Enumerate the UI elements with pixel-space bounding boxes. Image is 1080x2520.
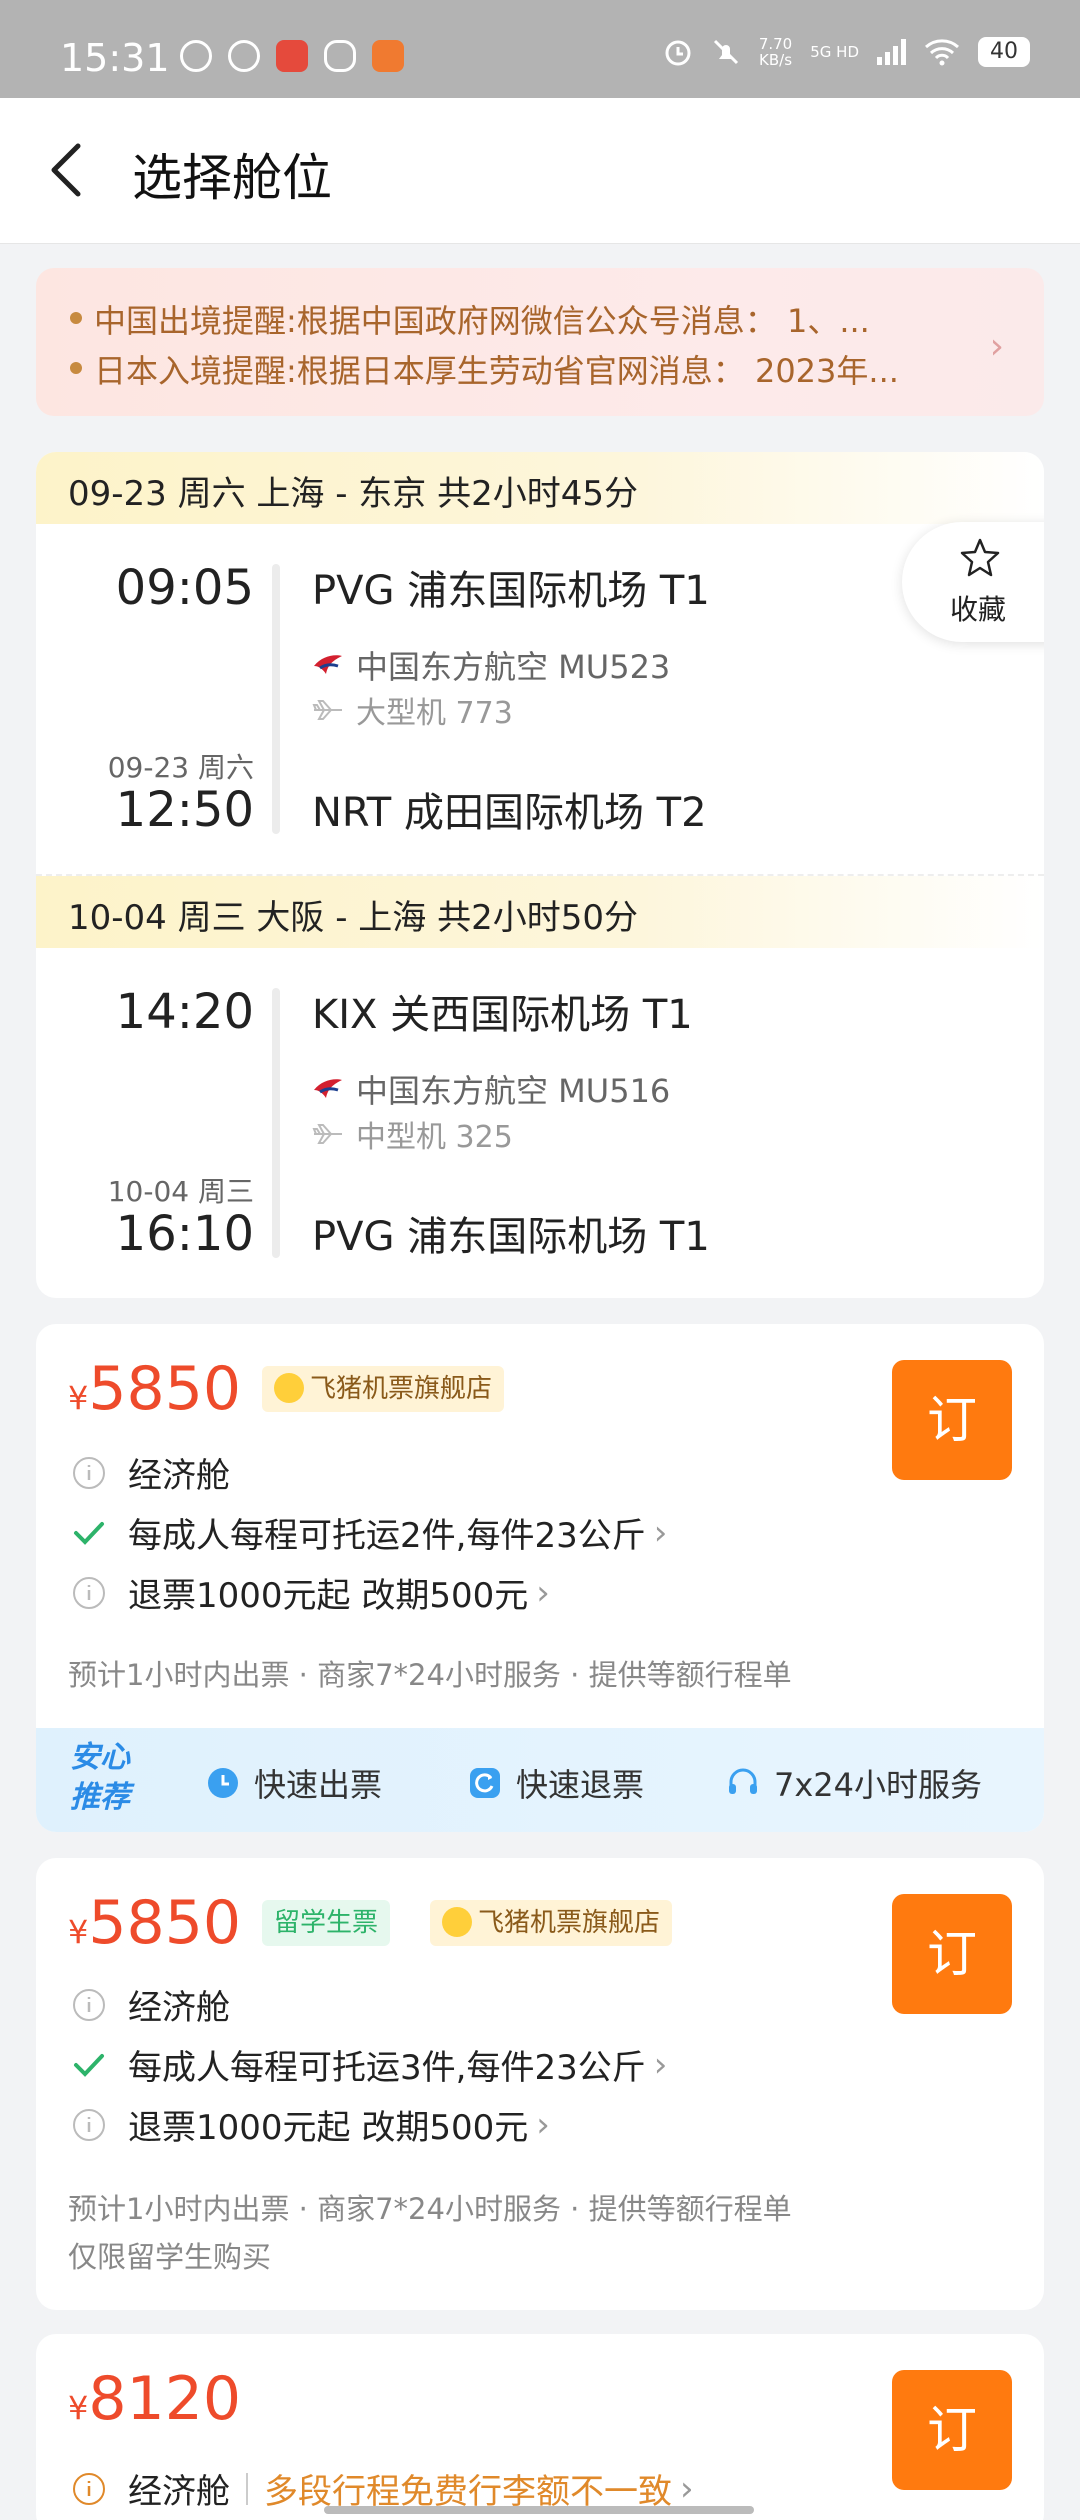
status-bar: 15:31 7.70 KB/s 5G HD 40 [0, 0, 1080, 98]
fare-option-card[interactable]: ¥5850 留学生票 飞猪机票旗舰店 订 经济舱 每成人每程可托运3件,每件23… [36, 1858, 1044, 2310]
student-only-note: 仅限留学生购买 [68, 2240, 272, 2274]
plane-icon [312, 1124, 342, 1144]
app-notification-icon [180, 40, 212, 72]
wifi-icon [925, 39, 959, 66]
fare-price: ¥5850 [68, 1354, 242, 1424]
student-tag: 留学生票 [262, 1900, 391, 1946]
fare-option-card[interactable]: ¥5850 飞猪机票旗舰店 订 经济舱 每成人每程可托运2件,每件23公斤 › 退… [36, 1324, 1044, 1832]
assure-fast-issue: 快速出票 [206, 1760, 382, 1806]
fare-option-card[interactable]: ¥8120 订 经济舱 多段行程免费行李额不一致 › [36, 2334, 1044, 2520]
baggage-row[interactable]: 每成人每程可托运2件,每件23公斤 › [72, 1508, 667, 1557]
service-note: 预计1小时内出票 · 商家7*24小时服务 · 提供等额行程单 [68, 1658, 792, 1692]
warning-info-icon [73, 2472, 105, 2505]
arrival-time: 12:50 [115, 782, 254, 838]
assure-fast-refund: 快速退票 [468, 1760, 644, 1806]
chevron-right-icon: › [989, 326, 1004, 367]
chevron-right-icon: › [536, 1572, 550, 1613]
aircraft-info: 中型机 325 [312, 1112, 513, 1156]
bullet-icon [70, 312, 82, 324]
star-icon [960, 538, 1000, 577]
departure-airport: PVG 浦东国际机场 T1 [312, 568, 710, 614]
airline-info: 中国东方航空 MU516 [312, 1066, 670, 1112]
fare-price: ¥8120 [68, 2364, 242, 2434]
mute-icon [713, 39, 738, 65]
info-icon [73, 1988, 105, 2021]
refund-row[interactable]: 退票1000元起 改期500元 › [72, 2100, 550, 2149]
notice-china-exit: 中国出境提醒:根据中国政府网微信公众号消息： 1、... [94, 302, 870, 340]
music-notification-icon [276, 40, 308, 72]
assure-service: 7x24小时服务 [726, 1760, 982, 1806]
sport-notification-icon [372, 40, 404, 72]
book-button[interactable]: 订 [892, 1360, 1012, 1480]
back-arrow-icon[interactable] [40, 138, 100, 202]
fliggy-pig-icon [442, 1906, 472, 1937]
check-icon [74, 2053, 104, 2077]
page-title: 选择舱位 [132, 149, 332, 207]
travel-notice-banner[interactable]: 中国出境提醒:根据中国政府网微信公众号消息： 1、... 日本入境提醒:根据日本… [36, 268, 1044, 416]
check-icon [74, 1521, 104, 1545]
chevron-right-icon: › [536, 2104, 550, 2145]
chevron-right-icon: › [680, 2468, 694, 2509]
departure-time: 14:20 [115, 984, 254, 1040]
aircraft-info: 大型机 773 [312, 688, 513, 732]
shop-tag[interactable]: 飞猪机票旗舰店 [430, 1900, 673, 1946]
refund-row[interactable]: 退票1000元起 改期500元 › [72, 1568, 550, 1617]
timeline-line [272, 988, 280, 1258]
alarm-icon [665, 40, 691, 66]
cabin-row: 经济舱 [72, 1980, 230, 2029]
fare-price: ¥5850 [68, 1888, 242, 1958]
top-app-bar: 选择舱位 [0, 98, 1080, 244]
favorite-button[interactable]: 收藏 [902, 522, 1044, 642]
shop-tag[interactable]: 飞猪机票旗舰店 [262, 1366, 505, 1412]
info-icon [73, 2108, 105, 2141]
arrival-date: 10-04 周三 [107, 1175, 254, 1208]
arrival-date: 09-23 周六 [107, 751, 254, 784]
assurance-badge: 安心 推荐 [70, 1740, 130, 1815]
info-icon [73, 1576, 105, 1609]
notice-japan-entry: 日本入境提醒:根据日本厚生劳动省官网消息： 2023年... [94, 352, 899, 390]
timeline-line [272, 564, 280, 834]
status-right: 7.70 KB/s 5G HD 40 [663, 36, 1030, 68]
book-button[interactable]: 订 [892, 1894, 1012, 2014]
arrival-airport: PVG 浦东国际机场 T1 [312, 1214, 710, 1260]
fliggy-pig-icon [274, 1372, 304, 1403]
refund-icon [470, 1768, 500, 1798]
airline-info: 中国东方航空 MU523 [312, 642, 670, 688]
signal-icon [877, 39, 906, 65]
chevron-right-icon: › [653, 1512, 668, 1553]
play-notification-icon [228, 40, 260, 72]
headset-icon [729, 1768, 757, 1794]
book-button[interactable]: 订 [892, 2370, 1012, 2490]
china-eastern-logo-icon [314, 655, 342, 674]
bullet-icon [70, 362, 82, 374]
assurance-bar[interactable]: 安心 推荐 快速出票 快速退票 7x24小时服务 [36, 1728, 1044, 1832]
favorite-label: 收藏 [950, 593, 1007, 626]
notification-icons [180, 40, 404, 72]
network-type: 5G HD [810, 43, 859, 61]
baggage-row[interactable]: 每成人每程可托运3件,每件23公斤 › [72, 2040, 667, 2089]
net-speed: 7.70 KB/s [758, 35, 793, 69]
departure-airport: KIX 关西国际机场 T1 [312, 992, 693, 1038]
home-indicator[interactable] [324, 2506, 754, 2514]
cabin-row: 经济舱 [72, 1448, 230, 1497]
arrival-time: 16:10 [115, 1206, 254, 1262]
clock-icon [208, 1768, 238, 1798]
flight-itinerary-card: 09-23 周六 上海 - 东京 共2小时45分 09:05 PVG 浦东国际机… [36, 452, 1044, 1298]
arrival-airport: NRT 成田国际机场 T2 [312, 790, 707, 836]
info-icon [73, 1456, 105, 1489]
leg-header: 10-04 周三 大阪 - 上海 共2小时50分 [36, 876, 1044, 948]
departure-time: 09:05 [115, 560, 254, 616]
wechat-notification-icon [324, 40, 356, 72]
china-eastern-logo-icon [314, 1079, 342, 1098]
leg-header: 09-23 周六 上海 - 东京 共2小时45分 [36, 452, 1044, 524]
service-note: 预计1小时内出票 · 商家7*24小时服务 · 提供等额行程单 [68, 2192, 792, 2226]
plane-icon [312, 700, 342, 720]
status-time: 15:31 [60, 36, 170, 80]
chevron-right-icon: › [653, 2044, 668, 2085]
battery-indicator: 40 [978, 37, 1030, 67]
